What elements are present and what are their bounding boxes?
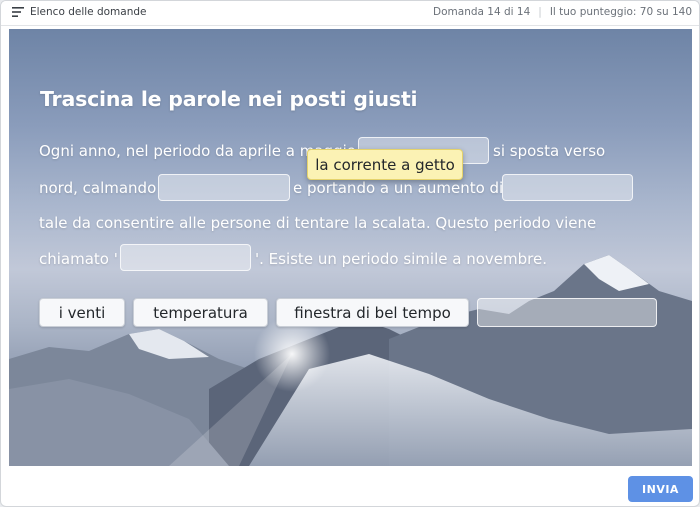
word-chip-temperatura[interactable]: temperatura [133, 298, 268, 327]
sentence-line-3: tale da consentire alle persone di tenta… [39, 214, 597, 232]
exercise-stage: Trascina le parole nei posti giusti Ogni… [9, 29, 692, 466]
submit-button[interactable]: INVIA [628, 476, 693, 502]
drop-slot-3[interactable] [502, 174, 633, 201]
sentence-line-1b: si sposta verso [493, 142, 606, 160]
sentence-line-2a: nord, calmando [39, 179, 157, 197]
sentence-line-2b: e portando a un aumento di [293, 179, 504, 197]
status-divider: | [538, 6, 542, 18]
dragging-word-chip[interactable]: la corrente a getto [307, 149, 463, 180]
word-bank-empty-slot [477, 298, 657, 327]
question-counter: Domanda 14 di 14 [433, 6, 531, 18]
exercise-title: Trascina le parole nei posti giusti [40, 87, 418, 111]
sentence-line-4a: chiamato ' [39, 250, 118, 268]
question-list-button[interactable]: Elenco delle domande [12, 6, 147, 18]
word-chip-i-venti[interactable]: i venti [39, 298, 125, 327]
score-text: Il tuo punteggio: 70 su 140 [549, 6, 692, 18]
word-chip-finestra-di-bel-tempo[interactable]: finestra di bel tempo [276, 298, 469, 327]
quiz-status: Domanda 14 di 14 | Il tuo punteggio: 70 … [433, 6, 692, 18]
quiz-window: Elenco delle domande Domanda 14 di 14 | … [0, 0, 700, 507]
list-icon [12, 7, 24, 17]
question-list-label: Elenco delle domande [30, 6, 147, 18]
sentence-line-4b: '. Esiste un periodo simile a novembre. [255, 250, 547, 268]
top-bar: Elenco delle domande Domanda 14 di 14 | … [1, 1, 699, 26]
drop-slot-4[interactable] [120, 244, 251, 271]
drop-slot-2[interactable] [158, 174, 290, 201]
